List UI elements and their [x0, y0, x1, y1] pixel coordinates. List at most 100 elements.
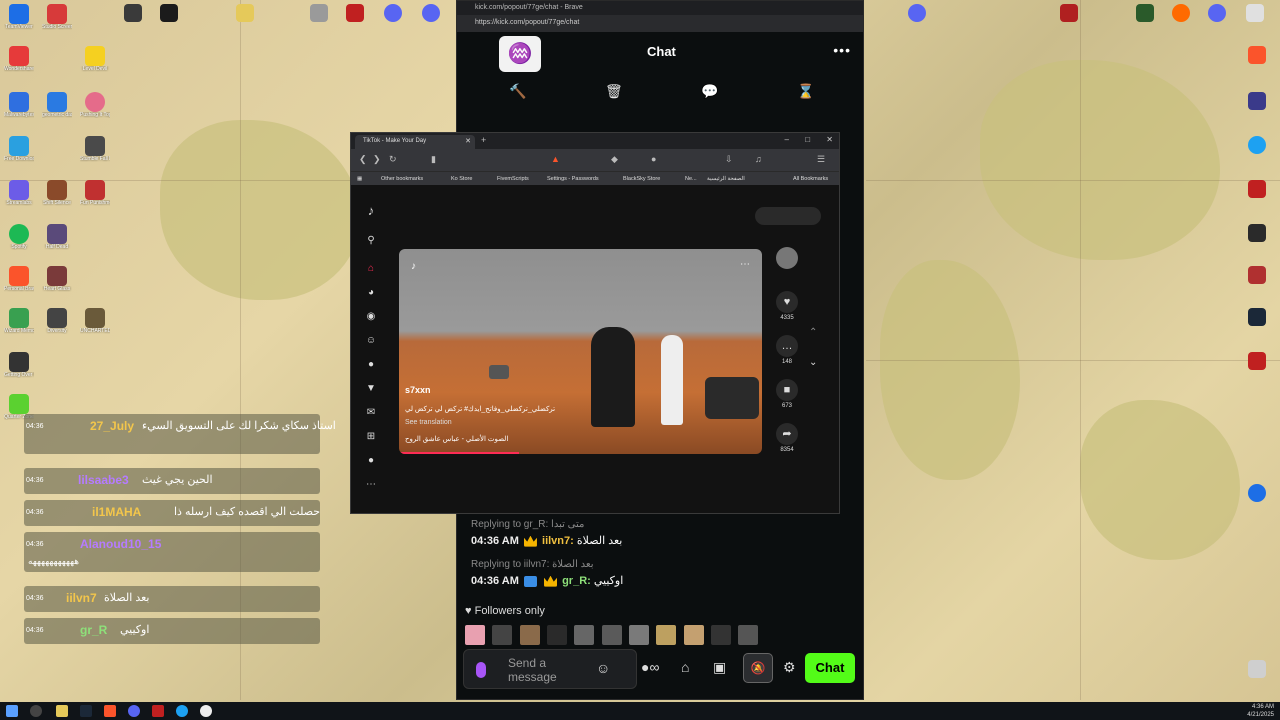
- emoji-icon[interactable]: ☺: [596, 660, 610, 676]
- app-icon[interactable]: [1248, 484, 1266, 502]
- store-icon[interactable]: ⌂: [681, 659, 689, 675]
- extension-icon[interactable]: ●: [651, 154, 656, 164]
- desktop-icon[interactable]: Personal Brave: [4, 266, 34, 292]
- desktop-icon[interactable]: Pushing It Together: [80, 92, 110, 118]
- avatar[interactable]: [547, 625, 568, 645]
- avatar[interactable]: [574, 625, 595, 645]
- upload-icon[interactable]: ⊞: [364, 431, 378, 445]
- bookmark-icon[interactable]: ▮: [431, 154, 436, 165]
- following-icon[interactable]: ☺: [364, 335, 378, 349]
- desktop-icon[interactable]: UNCHARTED Legacy of: [80, 308, 110, 334]
- game-icon[interactable]: [346, 4, 364, 22]
- app-icon[interactable]: [1246, 4, 1264, 22]
- app-icon[interactable]: [310, 4, 328, 22]
- more-icon[interactable]: ⋯: [364, 479, 378, 493]
- discord-icon[interactable]: [384, 4, 402, 22]
- message-input[interactable]: Send a message ☺: [463, 649, 637, 689]
- close-tab-icon[interactable]: ✕: [465, 137, 471, 145]
- discord-icon[interactable]: [1208, 4, 1226, 22]
- chrome-icon[interactable]: [1248, 136, 1266, 154]
- browser-tab[interactable]: TikTok - Make Your Day ✕: [355, 135, 475, 149]
- bookmark-item[interactable]: Other bookmarks: [381, 176, 423, 182]
- brave-shield-icon[interactable]: ▲: [551, 154, 560, 164]
- profile-icon[interactable]: ●: [364, 455, 378, 469]
- live-icon[interactable]: ◉: [364, 311, 378, 325]
- bookmark-item[interactable]: Settings - Passwords: [547, 176, 599, 182]
- trash-icon[interactable]: 🗑: [605, 83, 623, 100]
- discord-icon[interactable]: [128, 705, 140, 717]
- obs-icon[interactable]: [200, 705, 212, 717]
- steam-icon[interactable]: [80, 705, 92, 717]
- discord-icon[interactable]: [422, 4, 440, 22]
- save-button[interactable]: ■ 673: [772, 379, 802, 409]
- bookmark-item[interactable]: Ne...: [685, 176, 697, 182]
- video-username[interactable]: s7xxn: [405, 385, 431, 395]
- desktop-icon[interactable]: Shift Silence: [42, 180, 72, 206]
- extension-icon[interactable]: ◆: [611, 154, 618, 165]
- file-explorer-icon[interactable]: [56, 705, 68, 717]
- windows-start-icon[interactable]: [6, 705, 18, 717]
- chat-bubble-icon[interactable]: ▣: [713, 659, 726, 676]
- desktop-icon[interactable]: Fun Punishment: [80, 180, 110, 206]
- desktop-icon[interactable]: Stumble Fall Hero: [80, 136, 110, 162]
- desktop-icon[interactable]: Malwarebytes: [4, 92, 34, 118]
- search-icon[interactable]: ⚲: [364, 235, 378, 249]
- desktop-icon[interactable]: Level Devil: [80, 46, 110, 72]
- chat-bubble-icon[interactable]: 💬: [701, 83, 718, 100]
- chat-effects-icon[interactable]: ●∞: [641, 659, 659, 675]
- desktop-icon[interactable]: Wizard Memories: [4, 308, 34, 334]
- chrome-icon[interactable]: [176, 705, 188, 717]
- app-icon[interactable]: [124, 4, 142, 22]
- ban-hammer-icon[interactable]: 🔨: [509, 83, 526, 100]
- microphone-icon[interactable]: [476, 662, 486, 678]
- folder-icon[interactable]: [236, 4, 254, 22]
- menu-icon[interactable]: ☰: [817, 154, 825, 165]
- app-icon[interactable]: [1248, 180, 1266, 198]
- steam-icon[interactable]: [1248, 308, 1266, 326]
- video-more-icon[interactable]: ⋯: [740, 259, 750, 270]
- avatar[interactable]: [629, 625, 650, 645]
- app-icon[interactable]: [1172, 4, 1190, 22]
- epic-games-icon[interactable]: [160, 4, 178, 22]
- desktop-icon[interactable]: Wondershare PDFelement: [4, 46, 34, 72]
- minimize-icon[interactable]: –: [785, 135, 789, 144]
- desktop-icon[interactable]: Free Download: [4, 136, 34, 162]
- message-username[interactable]: iilvn7:: [542, 535, 574, 547]
- chat-message[interactable]: Replying to iilvn7: بعد الصلاة 04:36 AM …: [471, 559, 623, 587]
- avatar[interactable]: [465, 625, 485, 645]
- desktop-icon[interactable]: Getting Over It with Bennett: [4, 352, 34, 378]
- discord-icon[interactable]: [908, 4, 926, 22]
- bookmark-item[interactable]: الصفحة الرئيسية: [707, 176, 745, 182]
- brave-icon[interactable]: [104, 705, 116, 717]
- activity-icon[interactable]: ▼: [364, 383, 378, 397]
- avatar[interactable]: [519, 625, 540, 645]
- avatar[interactable]: [738, 625, 759, 645]
- bookmark-item[interactable]: BlackSky Store: [623, 176, 660, 182]
- like-button[interactable]: ♥ 4335: [772, 291, 802, 321]
- creator-avatar[interactable]: [772, 247, 802, 271]
- back-icon[interactable]: ❮: [359, 154, 367, 165]
- bookmark-item[interactable]: Ko Store: [451, 176, 472, 182]
- video-music[interactable]: الصوت الأصلي - عباس عاشق الروح: [405, 435, 508, 443]
- chat-message[interactable]: Replying to gr_R: متى تبدا 04:36 AM iilv…: [471, 519, 622, 547]
- tiktok-logo-icon[interactable]: ♪: [364, 203, 378, 218]
- settings-gear-icon[interactable]: ⚙: [783, 659, 796, 676]
- apps-icon[interactable]: ▦: [357, 176, 362, 182]
- avatar[interactable]: [683, 625, 704, 645]
- avatar[interactable]: [711, 625, 732, 645]
- video-progress-bar[interactable]: [399, 452, 519, 454]
- avatar[interactable]: [656, 625, 677, 645]
- kick-window-titlebar[interactable]: kick.com/popout/77ge/chat - Brave: [457, 1, 863, 15]
- desktop-icon[interactable]: Diversity: [42, 308, 72, 334]
- brave-icon[interactable]: [1248, 46, 1266, 64]
- home-icon[interactable]: ⌂: [364, 263, 378, 277]
- volume-icon[interactable]: ♪: [411, 261, 416, 272]
- kick-address-bar[interactable]: https://kick.com/popout/77ge/chat: [457, 15, 863, 32]
- video-player[interactable]: ♪ ⋯ s7xxn تركضلي_تركضلي_وفاتح_ايدك# تركض…: [399, 249, 762, 454]
- app-icon[interactable]: [1248, 352, 1266, 370]
- mute-notifications-button[interactable]: 🔕: [743, 653, 773, 683]
- game-icon[interactable]: [1060, 4, 1078, 22]
- see-translation-link[interactable]: See translation: [405, 419, 452, 426]
- top-right-controls[interactable]: [755, 207, 821, 225]
- avatar[interactable]: [601, 625, 622, 645]
